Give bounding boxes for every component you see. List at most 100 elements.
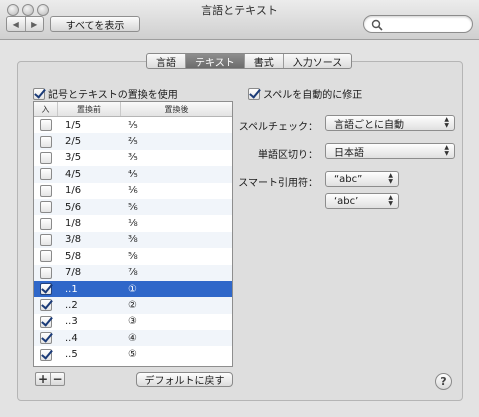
double-quotes-popup[interactable]: “abc” ▲ ▼: [325, 171, 399, 187]
row-enabled-cell: [34, 348, 58, 361]
add-button[interactable]: +: [36, 372, 50, 386]
row-enabled-cell: [34, 233, 58, 246]
row-enabled-cell: [34, 266, 58, 279]
table-row[interactable]: 1/8 ⅛: [34, 215, 232, 231]
table-row[interactable]: ..5 ⑤: [34, 346, 232, 362]
checkbox-icon[interactable]: [33, 87, 45, 100]
row-enabled-cell: [34, 315, 58, 328]
replace-cell: 7/8: [65, 267, 82, 279]
use-substitution-checkbox[interactable]: 記号とテキストの置換を使用: [33, 86, 178, 101]
restore-defaults-button[interactable]: デフォルトに戻す: [136, 372, 233, 387]
help-button[interactable]: ?: [435, 373, 452, 390]
table-row[interactable]: 5/8 ⅝: [34, 248, 232, 264]
search-icon: [371, 19, 383, 31]
tab-language[interactable]: 言語: [147, 54, 185, 69]
word-break-popup[interactable]: 日本語 ▲ ▼: [325, 143, 455, 159]
with-cell: ⅝: [128, 250, 138, 262]
row-enabled-cell: [34, 201, 58, 214]
table-body: 1/5 ⅕ 2/5 ⅖ 3/5 ⅗ 4/5 ⅘ 1/6 ⅙ 5/6 ⅚ 1/8 ⅛ 3/8 ⅜ 5/8 ⅝ 7/8 ⅞…: [34, 117, 232, 363]
table-header: 入 置換前 置換後: [34, 102, 232, 117]
table-row[interactable]: 7/8 ⅞: [34, 264, 232, 281]
search-input[interactable]: [386, 18, 468, 30]
row-enabled-checkbox[interactable]: [40, 119, 52, 132]
table-row[interactable]: 4/5 ⅘: [34, 166, 232, 183]
back-icon[interactable]: ◀: [7, 17, 25, 31]
single-quotes-value: ‘abc’: [334, 195, 359, 207]
table-row[interactable]: 1/6 ⅙: [34, 183, 232, 199]
replace-cell: ..4: [65, 332, 78, 344]
row-enabled-cell: [34, 250, 58, 263]
table-row[interactable]: ..1 ①: [34, 280, 232, 298]
auto-correct-checkbox[interactable]: スペルを自動的に修正: [248, 86, 362, 101]
column-header-on[interactable]: 入: [34, 102, 58, 116]
row-enabled-checkbox[interactable]: [40, 233, 52, 246]
checkbox-icon[interactable]: [248, 87, 260, 100]
row-enabled-cell: [34, 299, 58, 312]
replace-cell: 1/8: [65, 218, 82, 230]
tab-input-sources[interactable]: 入力ソース: [282, 54, 351, 68]
table-row[interactable]: 1/5 ⅕: [34, 117, 232, 133]
row-enabled-checkbox[interactable]: [40, 283, 52, 296]
row-enabled-cell: [34, 283, 58, 296]
row-enabled-checkbox[interactable]: [40, 332, 52, 345]
with-cell: ⅞: [128, 267, 138, 279]
table-row[interactable]: ..2 ②: [34, 297, 232, 314]
with-cell: ⅛: [128, 218, 138, 230]
replace-cell: 4/5: [65, 168, 82, 180]
row-enabled-checkbox[interactable]: [40, 299, 52, 312]
tab-formats[interactable]: 書式: [243, 54, 283, 68]
replace-cell: 5/6: [65, 201, 82, 213]
tab-text[interactable]: テキスト: [185, 54, 244, 68]
row-enabled-checkbox[interactable]: [40, 201, 52, 214]
row-enabled-checkbox[interactable]: [40, 250, 52, 263]
row-enabled-checkbox[interactable]: [40, 217, 52, 230]
show-all-button[interactable]: すべてを表示: [50, 16, 140, 32]
row-enabled-checkbox[interactable]: [40, 168, 52, 181]
double-quotes-value: “abc”: [334, 173, 363, 185]
use-substitution-label: 記号とテキストの置換を使用: [48, 90, 178, 101]
row-enabled-checkbox[interactable]: [40, 348, 52, 361]
row-enabled-checkbox[interactable]: [40, 184, 52, 197]
popup-arrows-icon: ▲ ▼: [444, 116, 449, 129]
row-enabled-checkbox[interactable]: [40, 151, 52, 164]
spell-check-popup[interactable]: 言語ごとに自動 ▲ ▼: [325, 115, 455, 131]
column-header-with[interactable]: 置換後: [121, 102, 232, 116]
with-cell: ③: [128, 316, 137, 328]
row-enabled-checkbox[interactable]: [40, 315, 52, 328]
table-row[interactable]: 3/5 ⅗: [34, 150, 232, 166]
table-row[interactable]: ..3 ③: [34, 314, 232, 330]
popup-arrows-icon: ▲ ▼: [388, 172, 393, 185]
with-cell: ⅘: [128, 168, 138, 180]
replace-cell: ..3: [65, 316, 78, 328]
with-cell: ⑤: [128, 349, 137, 361]
add-remove-control: + −: [35, 372, 65, 386]
table-row[interactable]: 5/6 ⅚: [34, 198, 232, 216]
row-enabled-cell: [34, 184, 58, 197]
row-enabled-cell: [34, 332, 58, 345]
with-cell: ⅗: [128, 152, 138, 164]
replace-cell: 3/5: [65, 152, 82, 164]
popup-arrows-icon: ▲ ▼: [388, 194, 393, 207]
substitution-table[interactable]: 入 置換前 置換後 1/5 ⅕ 2/5 ⅖ 3/5 ⅗ 4/5 ⅘ 1/6 ⅙ 5/6 ⅚ 1/8 ⅛ 3/…: [33, 101, 233, 367]
row-enabled-checkbox[interactable]: [40, 135, 52, 148]
auto-correct-label: スペルを自動的に修正: [263, 90, 363, 101]
table-row[interactable]: ..4 ④: [34, 330, 232, 347]
nav-segment: ◀ ▶: [6, 16, 44, 32]
row-enabled-checkbox[interactable]: [40, 266, 52, 279]
row-enabled-cell: [34, 135, 58, 148]
with-cell: ①: [128, 283, 137, 295]
with-cell: ⅖: [128, 136, 138, 148]
table-row[interactable]: 3/8 ⅜: [34, 231, 232, 249]
row-enabled-cell: [34, 217, 58, 230]
with-cell: ⅚: [128, 201, 138, 213]
with-cell: ②: [128, 299, 137, 311]
replace-cell: 2/5: [65, 136, 82, 148]
column-header-replace[interactable]: 置換前: [58, 102, 121, 116]
remove-button[interactable]: −: [50, 372, 64, 386]
forward-icon[interactable]: ▶: [24, 17, 44, 31]
table-row[interactable]: 2/5 ⅖: [34, 133, 232, 150]
row-enabled-cell: [34, 151, 58, 164]
search-field[interactable]: [363, 15, 473, 33]
word-break-value: 日本語: [334, 147, 364, 159]
single-quotes-popup[interactable]: ‘abc’ ▲ ▼: [325, 193, 399, 209]
